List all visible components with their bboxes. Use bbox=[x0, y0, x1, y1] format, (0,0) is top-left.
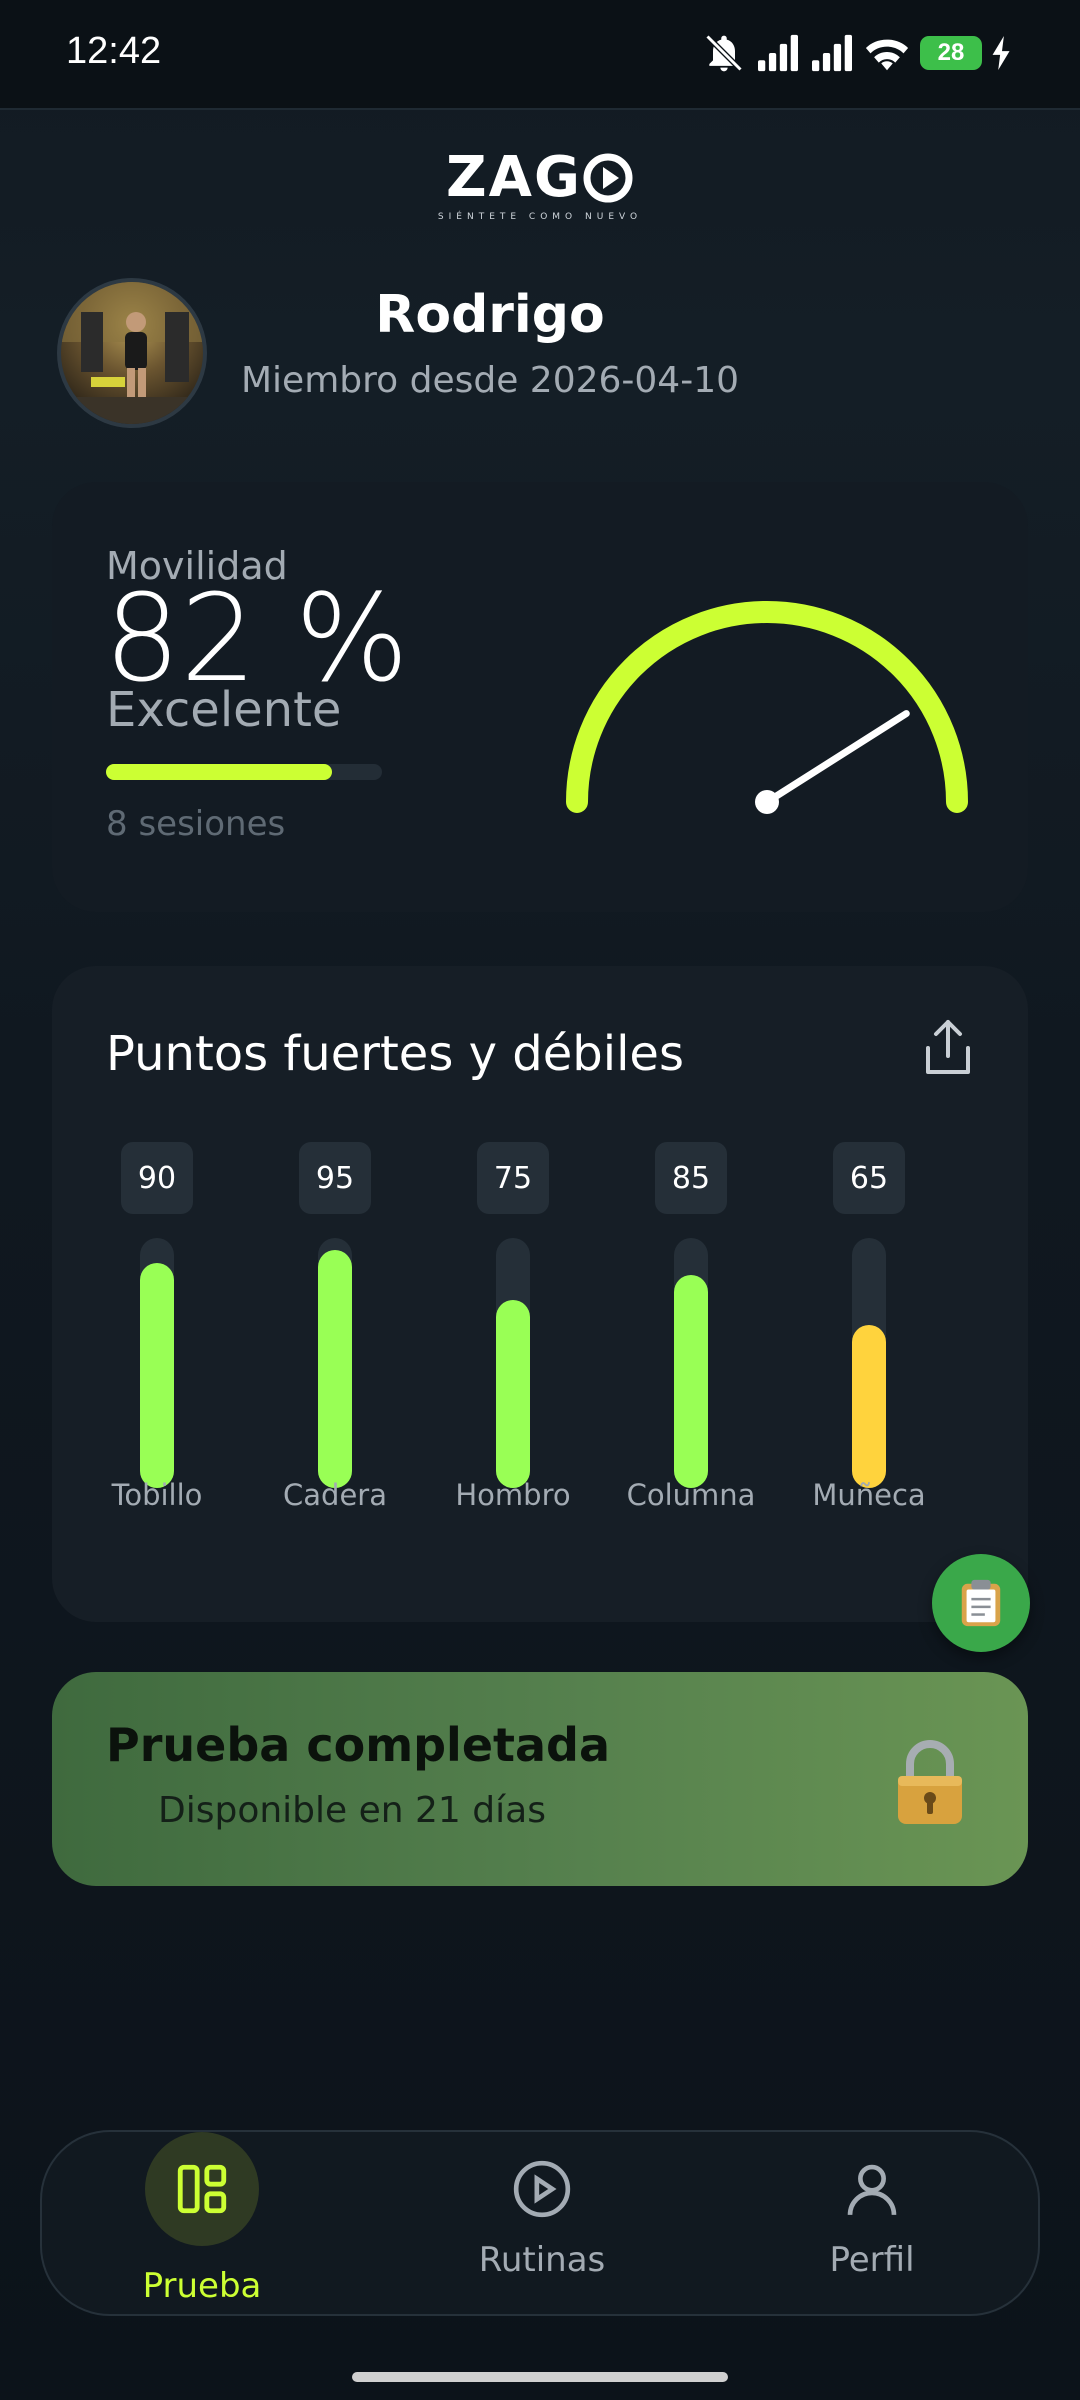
strength-bar-track bbox=[674, 1238, 708, 1488]
strength-bar-3: 85 Columna bbox=[616, 1142, 766, 1562]
strength-bar-track bbox=[140, 1238, 174, 1488]
nav-item-perfil[interactable]: Perfil bbox=[752, 2132, 992, 2318]
home-indicator bbox=[352, 2372, 728, 2382]
strength-bar-2: 75 Hombro bbox=[438, 1142, 588, 1562]
status-bar: 12:42 28 bbox=[0, 0, 1080, 110]
nav-label-rutinas: Rutinas bbox=[478, 2240, 606, 2280]
avatar-photo bbox=[61, 282, 203, 424]
brand-name: ZAG bbox=[446, 145, 582, 210]
battery-indicator: 28 bbox=[920, 36, 982, 70]
status-time: 12:42 bbox=[66, 30, 162, 72]
mobility-card[interactable]: Movilidad 82 % Excelente 8 sesiones bbox=[52, 482, 1028, 912]
gauge-needle bbox=[763, 710, 910, 806]
mobility-status: Excelente bbox=[106, 682, 342, 738]
user-name: Rodrigo bbox=[375, 285, 605, 345]
status-icons: 28 bbox=[702, 28, 1012, 78]
strength-label: Cadera bbox=[283, 1478, 387, 1512]
strength-bar-0: 90 Tobillo bbox=[82, 1142, 232, 1562]
share-icon[interactable] bbox=[918, 1016, 978, 1080]
strength-score: 65 bbox=[833, 1142, 905, 1214]
strength-score: 95 bbox=[299, 1142, 371, 1214]
nav-item-rutinas[interactable]: Rutinas bbox=[422, 2132, 662, 2318]
play-logo-icon bbox=[583, 153, 633, 202]
gauge-arc bbox=[566, 601, 968, 813]
lock-icon bbox=[898, 1740, 962, 1824]
nav-active-indicator bbox=[145, 2132, 259, 2246]
clipboard-icon bbox=[961, 1579, 1001, 1627]
test-completed-banner[interactable]: Prueba completada Disponible en 21 días bbox=[52, 1672, 1028, 1886]
brand-tagline: SIÉNTETE COMO NUEVO bbox=[437, 212, 643, 222]
gauge-pivot bbox=[755, 790, 779, 814]
strength-bar-fill bbox=[674, 1275, 708, 1488]
strength-label: Muñeca bbox=[812, 1478, 926, 1512]
strength-bar-4: 65 Muñeca bbox=[794, 1142, 944, 1562]
member-since: Miembro desde 2026-04-10 bbox=[240, 360, 740, 401]
strength-score: 85 bbox=[655, 1142, 727, 1214]
user-icon bbox=[847, 2164, 897, 2215]
nav-label-perfil: Perfil bbox=[829, 2240, 915, 2280]
strength-bar-fill bbox=[140, 1263, 174, 1488]
mobility-progress-fill bbox=[106, 764, 333, 780]
strength-bar-fill bbox=[318, 1250, 352, 1488]
mobility-progress-track bbox=[106, 764, 382, 780]
test-availability: Disponible en 21 días bbox=[158, 1790, 546, 1831]
strengths-title: Puntos fuertes y débiles bbox=[106, 1026, 684, 1082]
strength-label: Hombro bbox=[455, 1478, 571, 1512]
test-title: Prueba completada bbox=[106, 1718, 611, 1772]
strength-label: Columna bbox=[626, 1478, 756, 1512]
strength-score: 90 bbox=[121, 1142, 193, 1214]
nav-label-prueba: Prueba bbox=[142, 2266, 262, 2306]
bottom-nav: Prueba Rutinas Perfil bbox=[40, 2130, 1040, 2316]
strength-bar-track bbox=[496, 1238, 530, 1488]
strength-bar-fill bbox=[852, 1325, 886, 1488]
nav-item-prueba[interactable]: Prueba bbox=[82, 2132, 322, 2318]
strength-bar-track bbox=[852, 1238, 886, 1488]
sessions-count: 8 sesiones bbox=[106, 804, 286, 844]
signal-icon bbox=[812, 34, 852, 72]
bell-off-icon bbox=[705, 34, 743, 72]
charging-icon bbox=[992, 36, 1010, 70]
strengths-card: Puntos fuertes y débiles 90 Tobillo 95 Cade… bbox=[52, 966, 1028, 1622]
strength-score: 75 bbox=[477, 1142, 549, 1214]
dashboard-icon bbox=[177, 2164, 227, 2214]
avatar[interactable] bbox=[57, 278, 207, 428]
signal-icon bbox=[758, 34, 798, 72]
brand-logo: ZAG SIÉNTETE COMO NUEVO bbox=[0, 145, 1080, 222]
strength-bar-fill bbox=[496, 1300, 530, 1488]
strength-bar-track bbox=[318, 1238, 352, 1488]
wifi-icon bbox=[865, 39, 909, 71]
strength-bar-1: 95 Cadera bbox=[260, 1142, 410, 1562]
play-circle-icon bbox=[513, 2160, 571, 2218]
strength-label: Tobillo bbox=[111, 1478, 203, 1512]
mobility-gauge bbox=[566, 601, 968, 814]
clipboard-fab[interactable] bbox=[932, 1554, 1030, 1652]
